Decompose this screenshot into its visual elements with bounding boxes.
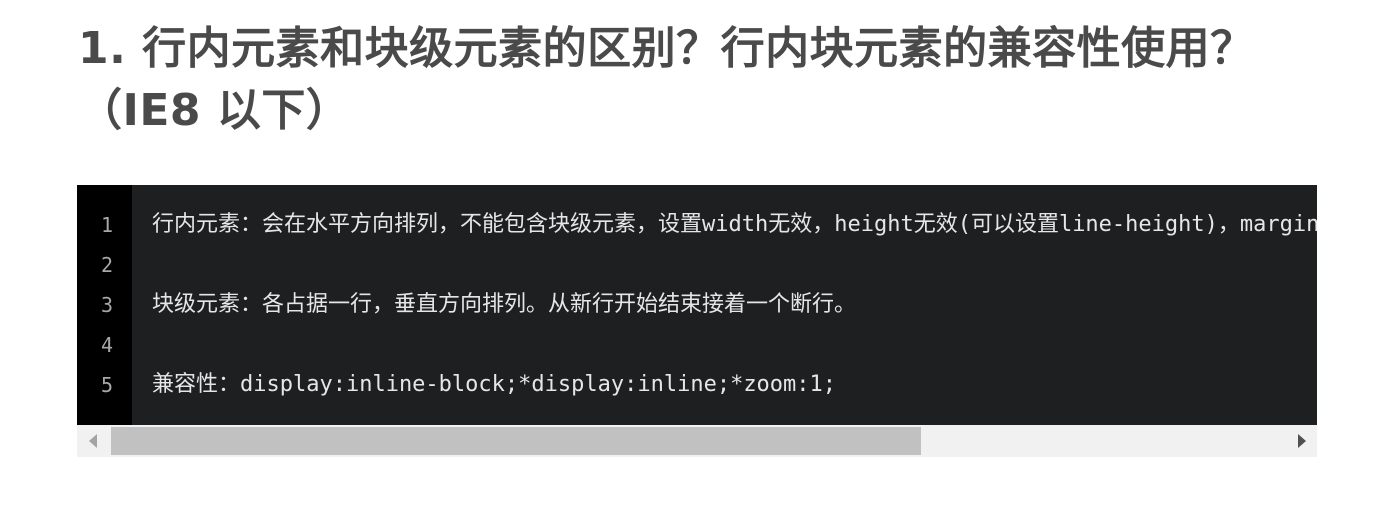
triangle-right-icon: [1298, 434, 1306, 448]
scroll-right-button[interactable]: [1283, 425, 1317, 457]
line-number-gutter: 1 2 3 4 5: [77, 185, 132, 425]
code-line: 块级元素：各占据一行，垂直方向排列。从新行开始结束接着一个断行。: [152, 292, 857, 317]
code-line: 行内元素：会在水平方向排列，不能包含块级元素，设置width无效，height无…: [152, 212, 1317, 237]
code-line: 兼容性：display:inline-block;*display:inline…: [152, 372, 837, 397]
line-number: 4: [100, 333, 113, 357]
code-content: 行内元素：会在水平方向排列，不能包含块级元素，设置width无效，height无…: [132, 185, 1317, 425]
code-block: 1 2 3 4 5 行内元素：会在水平方向排列，不能包含块级元素，设置width…: [77, 185, 1317, 457]
line-number: 3: [100, 293, 113, 317]
line-number: 1: [100, 213, 113, 237]
scroll-left-button[interactable]: [77, 425, 111, 457]
title-line-1: 1. 行内元素和块级元素的区别？行内块元素的兼容性使用？: [78, 23, 1255, 74]
line-number: 2: [100, 253, 113, 277]
title-line-2: （IE8 以下）: [78, 85, 351, 136]
page-title: 1. 行内元素和块级元素的区别？行内块元素的兼容性使用？ （IE8 以下）: [78, 18, 1328, 142]
triangle-left-icon: [89, 434, 97, 448]
line-number: 5: [100, 373, 113, 397]
horizontal-scrollbar[interactable]: [77, 425, 1317, 457]
scrollbar-thumb[interactable]: [111, 427, 921, 455]
